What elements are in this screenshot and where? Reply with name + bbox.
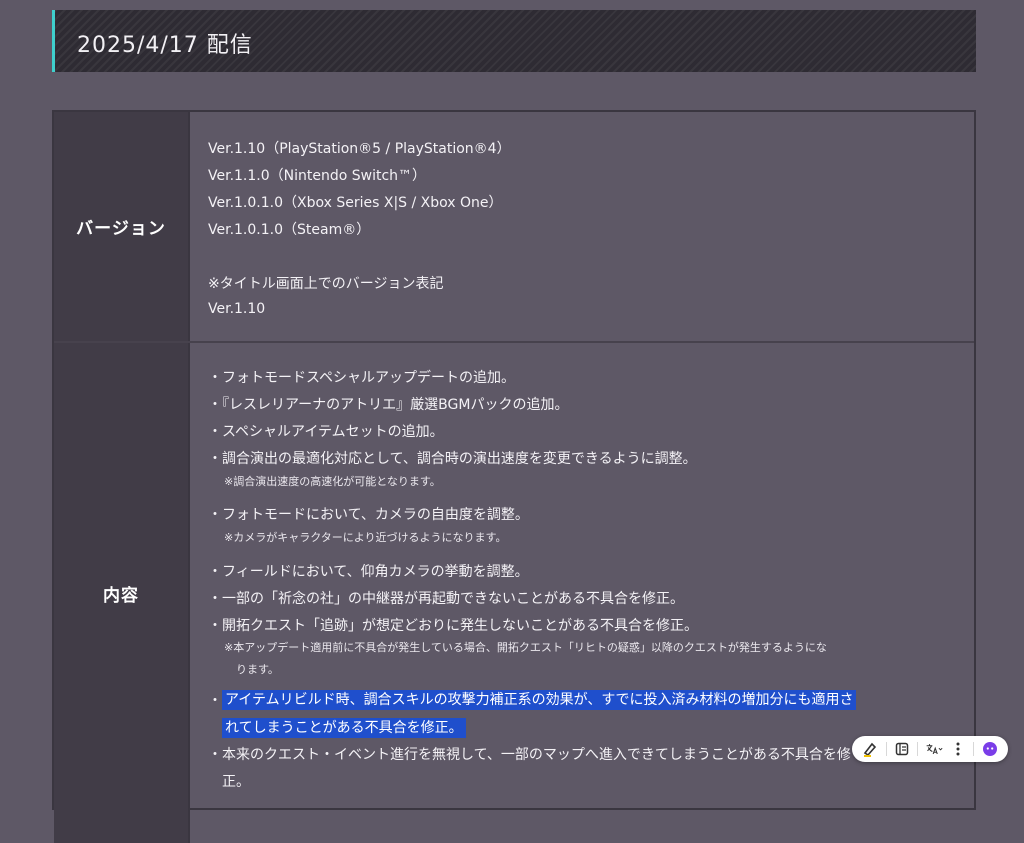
list-item: ・開拓クエスト「追跡」が想定どおりに発生しないことがある不具合を修正。 — [208, 618, 698, 634]
item-note: ※カメラがキャラクターにより近づけるようになります。 — [224, 531, 507, 544]
notes-icon[interactable] — [893, 740, 911, 758]
list-item: ・フォトモードスペシャルアップデートの追加。 — [208, 370, 516, 386]
text-selection-toolbar — [852, 736, 1008, 762]
more-icon[interactable] — [949, 740, 967, 758]
title-version-note: ※タイトル画面上でのバージョン表記 — [208, 276, 444, 292]
highlighted-text[interactable]: れてしまうことがある不具合を修正。 — [222, 717, 466, 738]
toolbar-divider — [917, 742, 919, 756]
content-row: 内容 ・フォトモードスペシャルアップデートの追加。 ・『レスレリアーナのアトリエ… — [54, 343, 974, 843]
content-cell: ・フォトモードスペシャルアップデートの追加。 ・『レスレリアーナのアトリエ』厳選… — [190, 343, 974, 843]
toolbar-divider — [973, 742, 975, 756]
content-label: 内容 — [54, 343, 190, 843]
list-item: ・『レスレリアーナのアトリエ』厳選BGMパックの追加。 — [208, 397, 569, 413]
highlighter-icon[interactable] — [861, 740, 879, 758]
version-line: Ver.1.1.0（Nintendo Switch™） — [208, 168, 427, 184]
list-item: ・フォトモードにおいて、カメラの自由度を調整。 — [208, 507, 529, 523]
list-item: ・調合演出の最適化対応として、調合時の演出速度を変更できるように調整。 — [208, 451, 697, 467]
version-cell: Ver.1.10（PlayStation®5 / PlayStation®4） … — [190, 112, 974, 341]
version-line: Ver.1.0.1.0（Steam®） — [208, 222, 371, 238]
assistant-icon[interactable] — [981, 740, 999, 758]
item-note: ります。 — [236, 663, 279, 676]
patch-notes-table: バージョン Ver.1.10（PlayStation®5 / PlayStati… — [52, 110, 976, 843]
list-item: ・フィールドにおいて、仰角カメラの挙動を調整。 — [208, 564, 529, 580]
highlighted-line[interactable]: アイテムリビルド時、調合スキルの攻撃力補正系の効果が、すでに投入済み材料の増加分… — [222, 690, 857, 710]
version-line: Ver.1.0.1.0（Xbox Series X|S / Xbox One） — [208, 195, 503, 211]
highlighted-text[interactable]: アイテムリビルド時、調合スキルの攻撃力補正系の効果が、すでに投入済み材料の増加分… — [222, 689, 857, 710]
highlighted-line[interactable]: れてしまうことがある不具合を修正。 — [222, 718, 466, 738]
item-note: ※調合演出速度の高速化が可能となります。 — [224, 475, 441, 488]
title-version: Ver.1.10 — [208, 301, 266, 317]
list-item-continued: 正。 — [222, 774, 250, 790]
toolbar-divider — [885, 742, 887, 756]
list-item: ・一部の「祈念の社」の中継器が再起動できないことがある不具合を修正。 — [208, 591, 684, 607]
item-note: ※本アップデート適用前に不具合が発生している場合、開拓クエスト「リヒトの疑惑」以… — [224, 641, 827, 654]
version-row: バージョン Ver.1.10（PlayStation®5 / PlayStati… — [54, 112, 974, 343]
list-item-bullet: ・ — [208, 693, 222, 709]
translate-icon[interactable] — [925, 740, 943, 758]
list-item: ・本来のクエスト・イベント進行を無視して、一部のマップへ進入できてしまうことがあ… — [208, 747, 851, 763]
version-line: Ver.1.10（PlayStation®5 / PlayStation®4） — [208, 141, 511, 157]
list-item: ・スペシャルアイテムセットの追加。 — [208, 424, 444, 440]
release-header: 2025/4/17 配信 — [52, 10, 976, 72]
version-label: バージョン — [54, 112, 190, 341]
page-title: 2025/4/17 配信 — [77, 33, 253, 58]
